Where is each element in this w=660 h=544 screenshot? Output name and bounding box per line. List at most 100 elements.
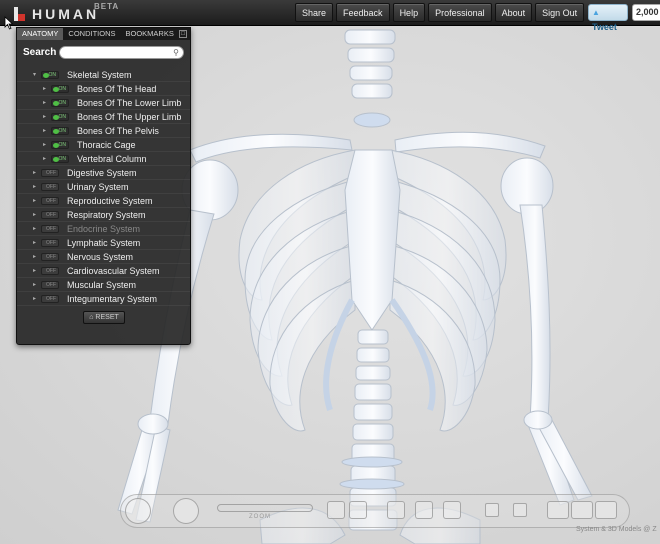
system-label[interactable]: Vertebral Column — [77, 152, 147, 166]
system-label[interactable]: Digestive System — [67, 166, 137, 180]
system-row[interactable]: ▸ OFF Urinary System — [17, 180, 190, 194]
system-toggle[interactable]: ON — [51, 113, 69, 121]
system-toggle[interactable]: OFF — [41, 169, 59, 177]
system-toggle[interactable]: OFF — [41, 295, 59, 303]
nav-sign-out-button[interactable]: Sign Out — [535, 3, 585, 22]
reset-button[interactable]: ⌂ RESET — [83, 311, 125, 324]
system-toggle[interactable]: ON — [51, 85, 69, 93]
system-row[interactable]: ▸ ON Bones Of The Upper Limb — [17, 110, 190, 124]
expand-right-icon[interactable]: ▸ — [33, 166, 39, 180]
panel-close-icon[interactable]: □ — [179, 30, 187, 38]
tab-bookmarks[interactable]: BOOKMARKS — [121, 28, 179, 40]
system-label[interactable]: Bones Of The Lower Limb — [77, 96, 181, 110]
system-row[interactable]: ▸ ON Vertebral Column — [17, 152, 190, 166]
system-label[interactable]: Integumentary System — [67, 292, 157, 306]
viewer-toolbar: ZOOM — [120, 494, 630, 528]
search-box[interactable]: ⚲ — [59, 45, 184, 59]
system-label[interactable]: Muscular System — [67, 278, 136, 292]
system-label[interactable]: Bones Of The Upper Limb — [77, 110, 181, 124]
system-row[interactable]: ▸ ON Thoracic Cage — [17, 138, 190, 152]
system-label[interactable]: Reproductive System — [67, 194, 153, 208]
expand-right-icon[interactable]: ▸ — [33, 292, 39, 306]
system-row[interactable]: ▸ OFF Muscular System — [17, 278, 190, 292]
system-toggle[interactable]: ON — [41, 71, 59, 79]
nav-help-button[interactable]: Help — [392, 3, 426, 22]
system-row[interactable]: ▸ ON Bones Of The Pelvis — [17, 124, 190, 138]
minus-icon[interactable] — [485, 503, 499, 517]
system-toggle[interactable]: ON — [51, 141, 69, 149]
expand-right-icon[interactable]: ▸ — [43, 96, 49, 110]
system-toggle[interactable]: OFF — [41, 267, 59, 275]
system-row[interactable]: ▸ ON Bones Of The Head — [17, 82, 190, 96]
system-row[interactable]: ▸ OFF Cardiovascular System — [17, 264, 190, 278]
system-toggle[interactable]: OFF — [41, 225, 59, 233]
system-row[interactable]: ▸ OFF Integumentary System — [17, 292, 190, 306]
system-label[interactable]: Endocrine System — [67, 222, 140, 236]
system-label[interactable]: Urinary System — [67, 180, 129, 194]
system-toggle[interactable]: OFF — [41, 211, 59, 219]
system-toggle[interactable]: ON — [51, 127, 69, 135]
system-toggle[interactable]: OFF — [41, 183, 59, 191]
app-logo[interactable]: HUMAN — [14, 6, 99, 22]
nav-professional-button[interactable]: Professional — [428, 3, 492, 22]
expand-right-icon[interactable]: ▸ — [33, 278, 39, 292]
select-tool-icon[interactable] — [327, 501, 345, 519]
system-toggle[interactable]: OFF — [41, 197, 59, 205]
layer-view-3-icon[interactable] — [595, 501, 617, 519]
pan-control-icon[interactable] — [173, 498, 199, 524]
expand-right-icon[interactable]: ▸ — [33, 222, 39, 236]
expand-right-icon[interactable]: ▸ — [33, 194, 39, 208]
expand-right-icon[interactable]: ▸ — [33, 236, 39, 250]
layer-view-2-icon[interactable] — [571, 501, 593, 519]
rotate-control-icon[interactable] — [125, 498, 151, 524]
system-toggle[interactable]: OFF — [41, 239, 59, 247]
expand-right-icon[interactable]: ▸ — [43, 110, 49, 124]
expand-right-icon[interactable]: ▸ — [43, 124, 49, 138]
nav-about-button[interactable]: About — [494, 3, 533, 22]
system-label[interactable]: Bones Of The Head — [77, 82, 156, 96]
expand-right-icon[interactable]: ▸ — [43, 152, 49, 166]
system-label[interactable]: Cardiovascular System — [67, 264, 160, 278]
system-row[interactable]: ▸ OFF Lymphatic System — [17, 236, 190, 250]
layer-view-1-icon[interactable] — [547, 501, 569, 519]
system-row[interactable]: ▸ OFF Nervous System — [17, 250, 190, 264]
system-label[interactable]: Bones Of The Pelvis — [77, 124, 159, 138]
system-row[interactable]: ▸ OFF Digestive System — [17, 166, 190, 180]
system-toggle[interactable]: ON — [51, 99, 69, 107]
pencil-icon[interactable] — [443, 501, 461, 519]
expand-right-icon[interactable]: ▸ — [43, 82, 49, 96]
nav-share-button[interactable]: Share — [295, 3, 334, 22]
system-toggle[interactable]: OFF — [41, 281, 59, 289]
expand-right-icon[interactable]: ▸ — [43, 138, 49, 152]
system-label[interactable]: Lymphatic System — [67, 236, 140, 250]
tab-anatomy[interactable]: ANATOMY — [17, 28, 64, 40]
system-label[interactable]: Skeletal System — [67, 68, 132, 82]
system-label[interactable]: Thoracic Cage — [77, 138, 136, 152]
hand-tool-icon[interactable] — [387, 501, 405, 519]
expand-right-icon[interactable]: ▸ — [33, 250, 39, 264]
expand-right-icon[interactable]: ▸ — [33, 180, 39, 194]
panel-tabs: ANATOMY CONDITIONS BOOKMARKS □ — [17, 28, 190, 40]
system-label[interactable]: Respiratory System — [67, 208, 146, 222]
expand-down-icon[interactable]: ▾ — [33, 68, 39, 82]
search-input[interactable] — [66, 47, 161, 58]
search-icon[interactable]: ⚲ — [173, 48, 179, 57]
home-icon: ⌂ — [89, 314, 94, 321]
search-tool-icon[interactable] — [349, 501, 367, 519]
system-row[interactable]: ▸ OFF Respiratory System — [17, 208, 190, 222]
system-row[interactable]: ▸ ON Bones Of The Lower Limb — [17, 96, 190, 110]
zoom-slider[interactable] — [217, 504, 313, 512]
tab-conditions[interactable]: CONDITIONS — [63, 28, 120, 40]
plus-icon[interactable] — [513, 503, 527, 517]
tweet-button[interactable]: ▲ Tweet — [588, 4, 628, 32]
system-row[interactable]: ▾ ON Skeletal System — [17, 68, 190, 82]
system-toggle[interactable]: OFF — [41, 253, 59, 261]
nav-feedback-button[interactable]: Feedback — [336, 3, 390, 22]
system-row[interactable]: ▸ OFF Reproductive System — [17, 194, 190, 208]
expand-right-icon[interactable]: ▸ — [33, 264, 39, 278]
expand-right-icon[interactable]: ▸ — [33, 208, 39, 222]
camera-icon[interactable] — [415, 501, 433, 519]
system-toggle[interactable]: ON — [51, 155, 69, 163]
system-label[interactable]: Nervous System — [67, 250, 133, 264]
system-row[interactable]: ▸ OFF Endocrine System — [17, 222, 190, 236]
